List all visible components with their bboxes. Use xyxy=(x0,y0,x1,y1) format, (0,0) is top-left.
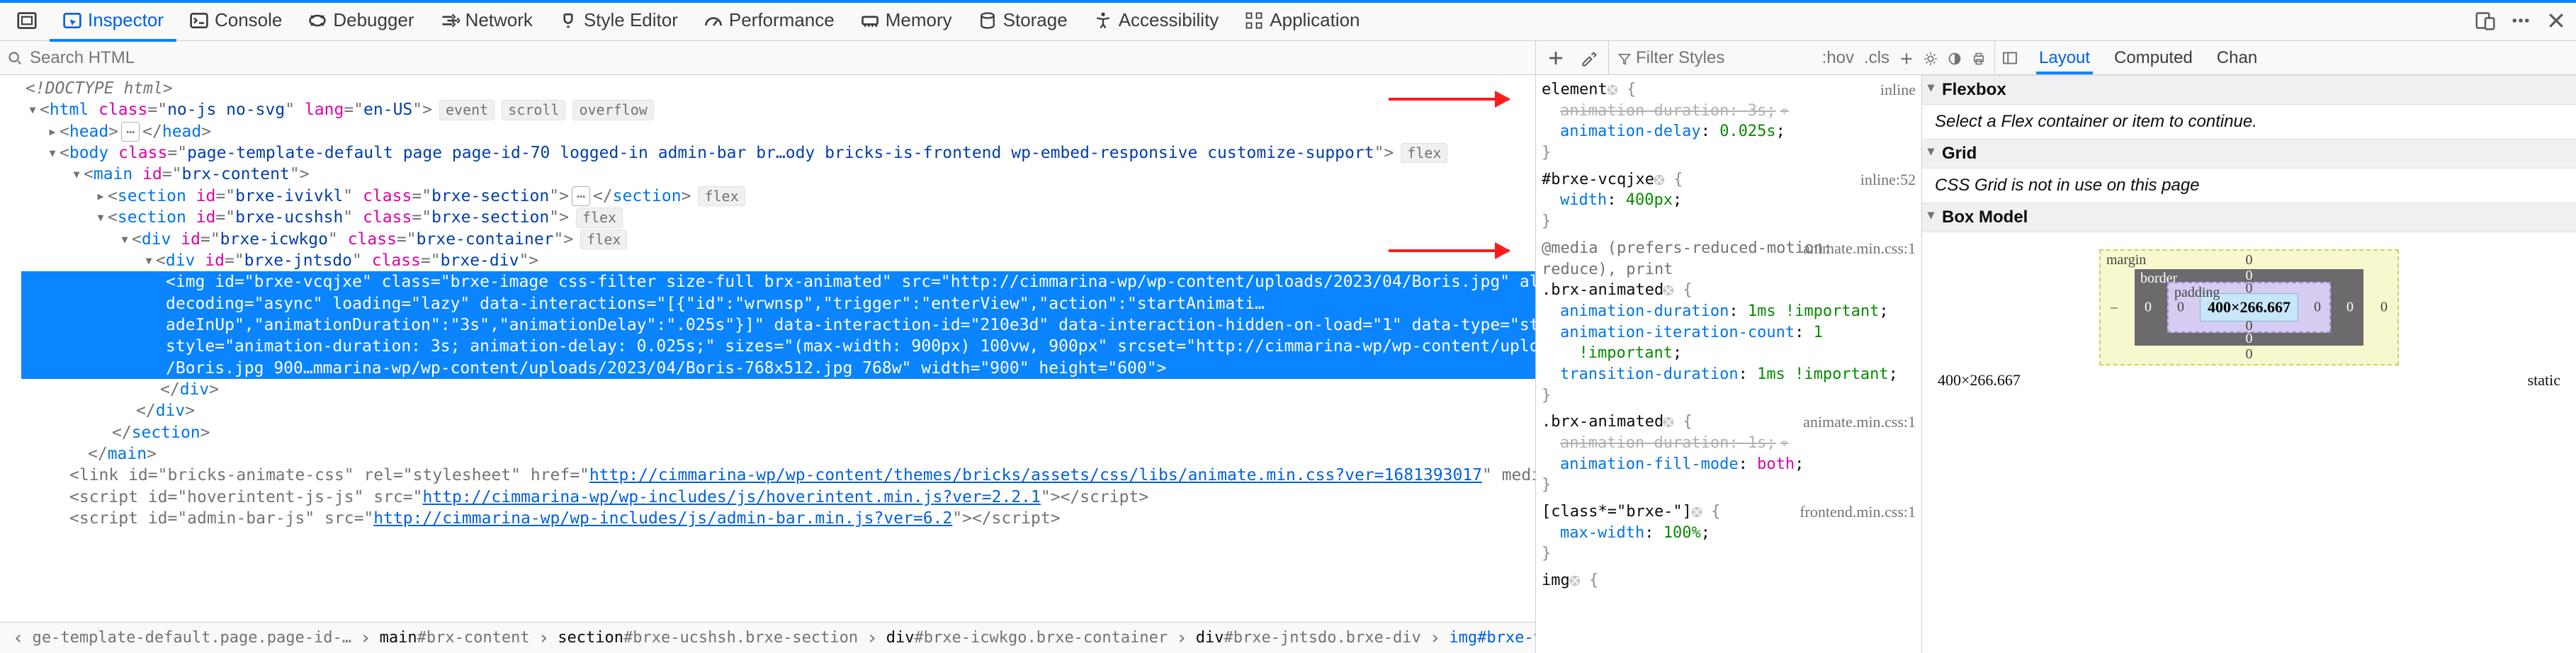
flexbox-section-header[interactable]: Flexbox xyxy=(1922,75,2576,105)
eyedropper-icon[interactable] xyxy=(1580,50,1597,67)
box-model-diagram[interactable]: margin 0 0 – 0 border 0 0 0 0 padding xyxy=(1922,232,2576,397)
responsive-mode-icon[interactable] xyxy=(2475,11,2495,30)
tab-label: Network xyxy=(465,9,533,31)
tab-debugger[interactable]: Debugger xyxy=(295,0,426,40)
print-media-icon[interactable] xyxy=(1972,51,1986,65)
application-icon xyxy=(1244,11,1264,30)
tab-memory[interactable]: Memory xyxy=(847,0,965,40)
tab-application[interactable]: Application xyxy=(1231,0,1372,40)
sidebar-toggle-icon[interactable] xyxy=(2002,50,2018,66)
console-icon xyxy=(189,11,209,30)
markup-search-area xyxy=(0,41,1536,74)
sidebar-tab-computed[interactable]: Computed xyxy=(2111,41,2196,74)
light-mode-icon[interactable] xyxy=(1923,51,1938,65)
tab-label: Debugger xyxy=(333,9,414,31)
tab-label: Accessibility xyxy=(1119,9,1219,31)
storage-icon xyxy=(978,11,998,30)
inspector-icon xyxy=(62,11,82,30)
breadcrumb-item[interactable]: div#brxe-jntsdo.brxe-div xyxy=(1196,629,1421,647)
search-icon xyxy=(7,50,23,66)
breadcrumb-item[interactable]: main#brx-content xyxy=(380,629,530,647)
annotation-arrow xyxy=(1389,249,1509,252)
breadcrumb-bar: ‹ ge-template-default.page.page-id-… › m… xyxy=(0,622,1535,653)
style-editor-icon xyxy=(558,11,578,30)
flexbox-section-body: Select a Flex container or item to conti… xyxy=(1922,105,2576,139)
tab-performance[interactable]: Performance xyxy=(691,0,847,40)
tab-label: Inspector xyxy=(88,9,164,31)
rules-column: element {inline animation-duration: 3s;▿… xyxy=(1536,75,1922,653)
tab-label: Memory xyxy=(886,9,952,31)
tab-label: Performance xyxy=(729,9,835,31)
sidebar-tab-layout[interactable]: Layout xyxy=(2036,41,2093,74)
sidebar-tabs: Layout Computed Chan xyxy=(1995,41,2576,74)
boxmodel-size: 400×266.667 xyxy=(1938,371,2021,390)
close-icon[interactable] xyxy=(2546,11,2566,30)
rule-block-id: #brxe-vcqjxe {inline:52 width: 400px; } xyxy=(1542,169,1916,232)
rules-toolbar: Filter Styles :hov .cls xyxy=(1609,41,1995,74)
filter-styles-placeholder[interactable]: Filter Styles xyxy=(1636,48,1724,68)
layout-column: Flexbox Select a Flex container or item … xyxy=(1922,75,2576,653)
tab-style-editor[interactable]: Style Editor xyxy=(546,0,691,40)
markup-column: <!DOCTYPE html> ▾<html class="no-js no-s… xyxy=(0,75,1536,653)
sidebar-tab-changes[interactable]: Chan xyxy=(2214,41,2260,74)
network-icon xyxy=(440,11,460,30)
contrast-icon[interactable] xyxy=(1948,51,1962,65)
cls-toggle[interactable]: .cls xyxy=(1864,48,1889,68)
meatball-menu-icon[interactable] xyxy=(2511,11,2531,30)
devtools-main: <!DOCTYPE html> ▾<html class="no-js no-s… xyxy=(0,75,2576,653)
hov-toggle[interactable]: :hov xyxy=(1822,48,1854,68)
rule-block-animated: .brx-animated {animate.min.css:1 animati… xyxy=(1542,411,1916,496)
accessibility-icon xyxy=(1093,11,1113,30)
markup-tools xyxy=(1536,41,1609,74)
markup-tree[interactable]: <!DOCTYPE html> ▾<html class="no-js no-s… xyxy=(0,75,1535,622)
devtools-toolbar: Inspector Console Debugger Network Style… xyxy=(0,0,2576,41)
selected-node: <img id="brxe-vcqjxe" class="brxe-image … xyxy=(21,271,1535,293)
rule-block-element: element {inline animation-duration: 3s;▿… xyxy=(1542,79,1916,164)
boxmodel-position: static xyxy=(2528,371,2560,390)
funnel-icon xyxy=(1617,51,1632,65)
tab-inspector[interactable]: Inspector xyxy=(50,1,176,42)
memory-icon xyxy=(860,11,880,30)
tab-network[interactable]: Network xyxy=(427,0,546,40)
performance-icon xyxy=(704,11,723,30)
rule-block-img: img { xyxy=(1542,570,1916,591)
tab-storage[interactable]: Storage xyxy=(965,0,1080,40)
tab-label: Console xyxy=(215,9,282,31)
devtools-subbar: Filter Styles :hov .cls Layout Computed … xyxy=(0,41,2576,75)
breadcrumb-scroll-left[interactable]: ‹ xyxy=(4,628,33,649)
rule-block-media: animate.min.css:1 @media (prefers-reduce… xyxy=(1542,238,1916,407)
breadcrumb-item-active[interactable]: img#brxe-vcqjxe.brxe-image.css-filter.si… xyxy=(1449,629,1535,647)
doctype: <!DOCTYPE html> xyxy=(26,79,173,98)
iframe-picker[interactable] xyxy=(4,0,50,40)
annotation-arrow xyxy=(1389,98,1509,101)
iframe-icon xyxy=(17,11,37,30)
breadcrumb-item[interactable]: section#brxe-ucshsh.brxe-section xyxy=(558,629,858,647)
boxmodel-section-header[interactable]: Box Model xyxy=(1922,203,2576,232)
rule-block-brxe: [class*="brxe-"] {frontend.min.css:1 max… xyxy=(1542,501,1916,564)
tab-console[interactable]: Console xyxy=(176,0,295,40)
tab-label: Style Editor xyxy=(584,9,678,31)
tab-label: Application xyxy=(1270,9,1360,31)
breadcrumb-item[interactable]: div#brxe-icwkgo.brxe-container xyxy=(886,629,1168,647)
search-html-input[interactable] xyxy=(30,48,313,68)
debugger-icon xyxy=(307,11,327,30)
rules-panel[interactable]: element {inline animation-duration: 3s;▿… xyxy=(1536,75,1921,653)
grid-section-body: CSS Grid is not in use on this page xyxy=(1922,169,2576,203)
tab-accessibility[interactable]: Accessibility xyxy=(1080,0,1232,40)
grid-section-header[interactable]: Grid xyxy=(1922,139,2576,169)
add-node-icon[interactable] xyxy=(1547,50,1564,67)
add-rule-icon[interactable] xyxy=(1899,51,1914,65)
tab-label: Storage xyxy=(1003,9,1068,31)
breadcrumb-item[interactable]: ge-template-default.page.page-id-… xyxy=(33,629,351,647)
